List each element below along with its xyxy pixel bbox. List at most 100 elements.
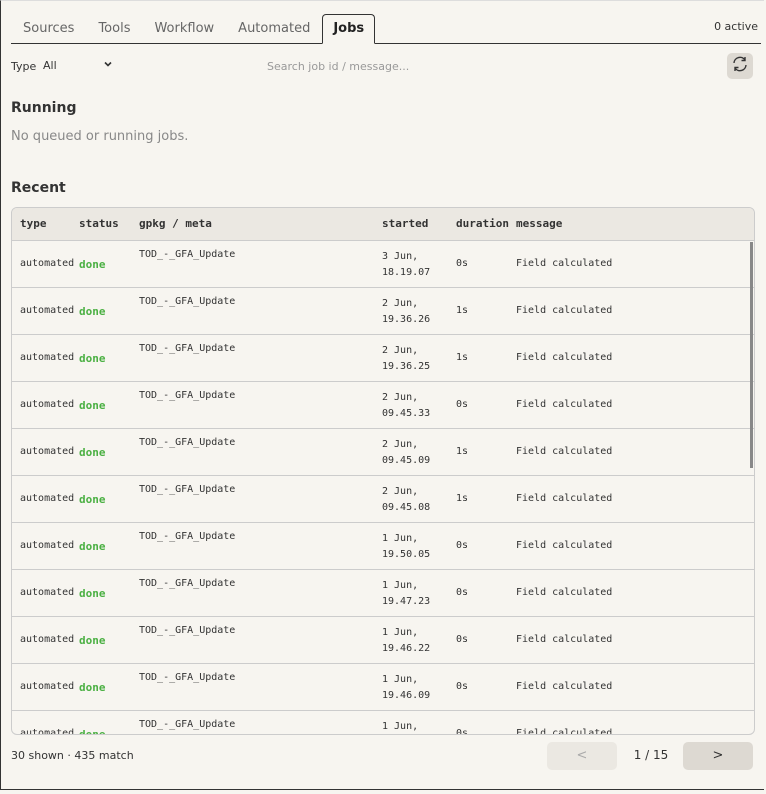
jobs-panel: Sources Tools Workflow Automated Jobs 0 …: [0, 0, 764, 790]
row-duration: 1s: [456, 305, 469, 316]
row-started: 2 Jun, 19.36.26: [382, 296, 442, 328]
col-started: started: [382, 217, 429, 230]
row-started-time: 09.45.08: [382, 502, 431, 513]
row-started: 1 Jun, 19.46.22: [382, 625, 442, 657]
type-filter-label: Type: [11, 60, 37, 73]
row-gpkg: TOD_-_GFA_Update: [139, 672, 236, 683]
type-filter-select[interactable]: All: [43, 57, 113, 75]
row-type: automated: [20, 493, 75, 504]
prev-page-button[interactable]: <: [547, 742, 617, 770]
refresh-icon: [730, 54, 750, 78]
recent-title: Recent: [11, 180, 66, 196]
row-started: 1 Jun,: [382, 719, 442, 734]
row-message: Field calculated: [516, 446, 613, 457]
row-started: 1 Jun, 19.46.09: [382, 672, 442, 704]
table-row[interactable]: automated done TOD_-_GFA_Update 1s Field cal…: [12, 335, 754, 382]
table-row[interactable]: automated done TOD_-_GFA_Update 0s Field cal…: [12, 523, 754, 570]
row-duration: 0s: [456, 681, 469, 692]
running-title: Running: [11, 100, 77, 116]
row-duration: 0s: [456, 634, 469, 645]
row-type: automated: [20, 540, 75, 551]
row-type: automated: [20, 352, 75, 363]
jobs-table[interactable]: type status gpkg / meta started duration…: [11, 207, 755, 735]
table-row[interactable]: automated done TOD_-_GFA_Update 0s Field cal…: [12, 711, 754, 735]
row-type: automated: [20, 728, 75, 735]
row-started-date: 2 Jun,: [382, 392, 419, 403]
row-started-time: 19.47.23: [382, 596, 431, 607]
row-started: 2 Jun, 09.45.09: [382, 437, 442, 469]
row-type: automated: [20, 305, 75, 316]
tab-sources[interactable]: Sources: [11, 15, 86, 43]
row-duration: 1s: [456, 493, 469, 504]
row-duration: 0s: [456, 728, 469, 735]
row-status: done: [79, 446, 106, 459]
row-type: automated: [20, 681, 75, 692]
row-status: done: [79, 493, 106, 506]
table-row[interactable]: automated done TOD_-_GFA_Update 1s Field cal…: [12, 288, 754, 335]
row-started-date: 1 Jun,: [382, 721, 419, 732]
row-status: done: [79, 728, 106, 735]
table-row[interactable]: automated done TOD_-_GFA_Update 0s Field cal…: [12, 664, 754, 711]
row-started-time: 09.45.09: [382, 455, 431, 466]
page-indicator: 1 / 15: [633, 748, 669, 762]
table-row[interactable]: automated done TOD_-_GFA_Update 0s Field cal…: [12, 382, 754, 429]
row-message: Field calculated: [516, 540, 613, 551]
row-gpkg: TOD_-_GFA_Update: [139, 249, 236, 260]
col-gpkg: gpkg / meta: [139, 217, 212, 230]
next-page-button[interactable]: >: [683, 742, 753, 770]
row-started-time: 18.19.07: [382, 267, 431, 278]
table-header: type status gpkg / meta started duration…: [12, 208, 754, 241]
table-row[interactable]: automated done TOD_-_GFA_Update 0s Field cal…: [12, 241, 754, 288]
table-row[interactable]: automated done TOD_-_GFA_Update 1s Field cal…: [12, 476, 754, 523]
refresh-button[interactable]: [727, 53, 753, 79]
row-started-date: 2 Jun,: [382, 298, 419, 309]
table-row[interactable]: automated done TOD_-_GFA_Update 0s Field cal…: [12, 617, 754, 664]
tab-tools[interactable]: Tools: [86, 15, 142, 43]
row-started: 2 Jun, 09.45.33: [382, 390, 442, 422]
row-started-time: 19.46.09: [382, 690, 431, 701]
row-type: automated: [20, 587, 75, 598]
col-duration: duration: [456, 217, 509, 230]
row-started: 2 Jun, 19.36.25: [382, 343, 442, 375]
row-gpkg: TOD_-_GFA_Update: [139, 343, 236, 354]
row-duration: 0s: [456, 399, 469, 410]
tab-jobs[interactable]: Jobs: [322, 14, 376, 44]
row-started-date: 1 Jun,: [382, 580, 419, 591]
col-message: message: [516, 217, 563, 230]
row-gpkg: TOD_-_GFA_Update: [139, 625, 236, 636]
row-status: done: [79, 352, 106, 365]
row-status: done: [79, 587, 106, 600]
table-row[interactable]: automated done TOD_-_GFA_Update 0s Field cal…: [12, 570, 754, 617]
row-message: Field calculated: [516, 399, 613, 410]
row-started-time: 19.36.26: [382, 314, 431, 325]
row-status: done: [79, 681, 106, 694]
type-filter-value: All: [43, 59, 57, 72]
row-type: automated: [20, 634, 75, 645]
row-message: Field calculated: [516, 493, 613, 504]
row-type: automated: [20, 258, 75, 269]
tab-automated[interactable]: Automated: [226, 15, 322, 43]
row-gpkg: TOD_-_GFA_Update: [139, 437, 236, 448]
row-message: Field calculated: [516, 728, 613, 735]
row-gpkg: TOD_-_GFA_Update: [139, 296, 236, 307]
search-input[interactable]: Search job id / message...: [267, 60, 409, 73]
row-gpkg: TOD_-_GFA_Update: [139, 390, 236, 401]
row-status: done: [79, 258, 106, 271]
row-type: automated: [20, 446, 75, 457]
table-scrollbar[interactable]: [750, 242, 753, 468]
row-gpkg: TOD_-_GFA_Update: [139, 531, 236, 542]
row-started-date: 1 Jun,: [382, 627, 419, 638]
row-duration: 0s: [456, 258, 469, 269]
row-gpkg: TOD_-_GFA_Update: [139, 484, 236, 495]
row-type: automated: [20, 399, 75, 410]
row-started: 1 Jun, 19.47.23: [382, 578, 442, 610]
row-message: Field calculated: [516, 305, 613, 316]
row-gpkg: TOD_-_GFA_Update: [139, 719, 236, 730]
row-status: done: [79, 305, 106, 318]
tab-workflow[interactable]: Workflow: [142, 15, 226, 43]
row-message: Field calculated: [516, 587, 613, 598]
row-duration: 1s: [456, 446, 469, 457]
table-row[interactable]: automated done TOD_-_GFA_Update 1s Field cal…: [12, 429, 754, 476]
active-count: 0 active: [714, 20, 758, 33]
row-started-date: 3 Jun,: [382, 251, 419, 262]
